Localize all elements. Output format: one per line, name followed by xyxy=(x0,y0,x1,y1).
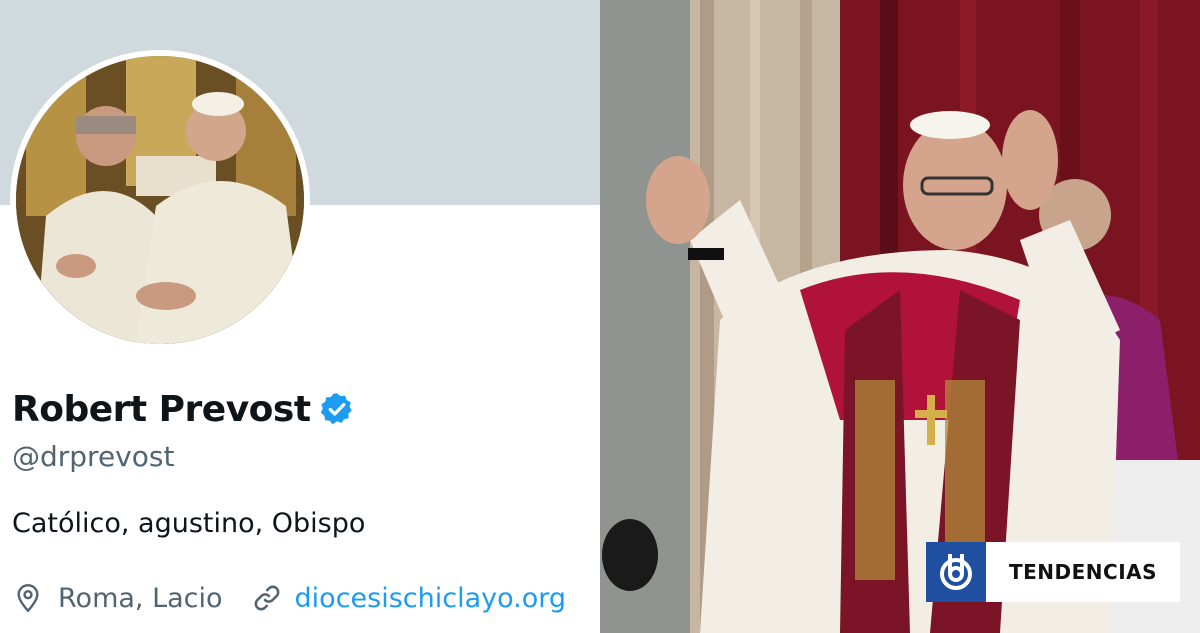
profile-bio: Católico, agustino, Obispo xyxy=(12,508,366,539)
twitter-profile-panel: Robert Prevost @drprevost Católico, agus… xyxy=(0,0,600,633)
tendencias-badge[interactable]: TENDENCIAS xyxy=(926,542,1180,602)
profile-location: Roma, Lacio xyxy=(58,582,223,614)
profile-website-link[interactable]: diocesischiclayo.org xyxy=(295,583,567,614)
link-icon xyxy=(251,582,283,614)
display-name: Robert Prevost xyxy=(12,384,355,434)
verified-badge-icon[interactable] xyxy=(319,391,355,427)
profile-meta-row: Roma, Lacio diocesischiclayo.org xyxy=(12,578,600,618)
display-name-text: Robert Prevost xyxy=(12,388,311,430)
avatar[interactable] xyxy=(16,56,304,344)
badge-label: TENDENCIAS xyxy=(986,542,1180,602)
news-photo xyxy=(600,0,1200,633)
avatar-photo xyxy=(16,56,304,344)
location-pin-icon xyxy=(12,582,44,614)
photo-illustration xyxy=(600,0,1200,633)
biobio-logo-icon xyxy=(926,542,986,602)
profile-handle: @drprevost xyxy=(12,440,175,473)
